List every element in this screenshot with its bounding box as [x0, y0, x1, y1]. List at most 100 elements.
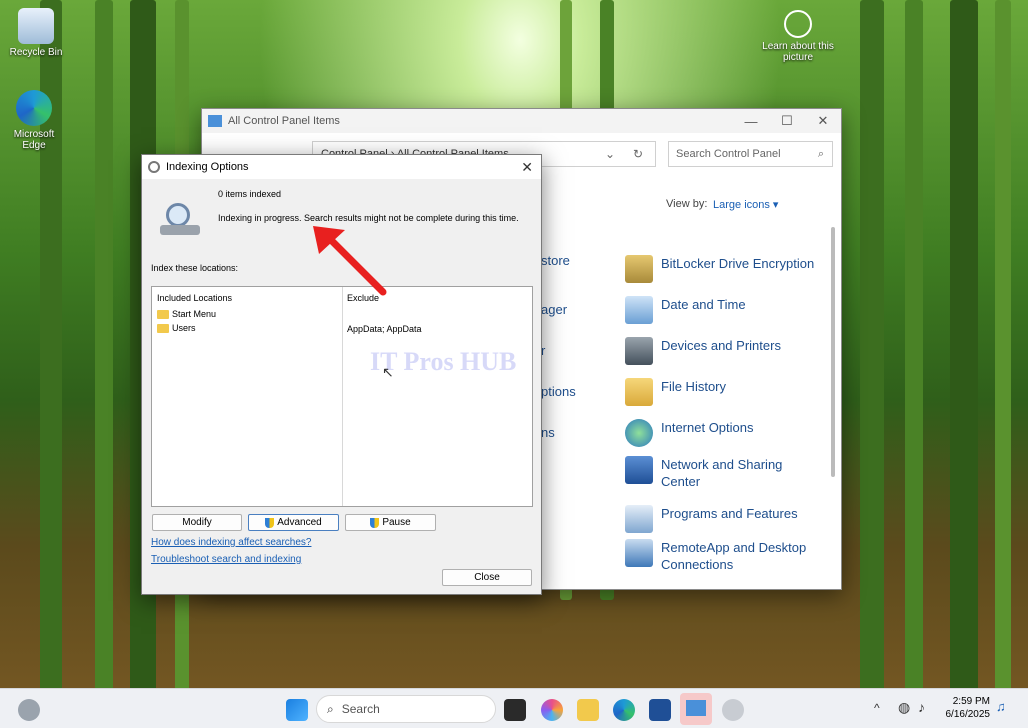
- location-name: Start Menu: [172, 309, 217, 319]
- shield-icon: [370, 517, 380, 528]
- recycle-bin-desktop-icon[interactable]: Recycle Bin: [0, 8, 72, 58]
- dialog-title: Indexing Options: [166, 161, 249, 173]
- widgets-icon[interactable]: [18, 699, 40, 721]
- maximize-button[interactable]: ☐: [768, 111, 806, 131]
- column-divider: [342, 287, 343, 506]
- cp-item-devices-printers[interactable]: Devices and Printers: [625, 337, 821, 365]
- cp-item-label: Network and Sharing Center: [661, 457, 783, 489]
- indexing-options-dialog: Indexing Options ✕ 0 items indexed Index…: [141, 154, 542, 595]
- clock[interactable]: 2:59 PM 6/16/2025: [940, 695, 991, 721]
- cp-partial-item[interactable]: ager: [541, 302, 567, 317]
- indexing-icon: [148, 161, 160, 173]
- taskbar-search-input[interactable]: ⌕ Search: [316, 695, 496, 723]
- advanced-button[interactable]: Advanced: [248, 514, 339, 531]
- index-locations-label: Index these locations:: [151, 263, 239, 273]
- cp-item-label: Internet Options: [661, 420, 754, 435]
- modify-label: Modify: [182, 517, 212, 528]
- recycle-bin-icon: [18, 8, 54, 44]
- close-label: Close: [474, 572, 500, 583]
- recycle-bin-label: Recycle Bin: [9, 47, 63, 58]
- chevron-up-icon[interactable]: ^: [874, 701, 880, 715]
- pause-button[interactable]: Pause: [345, 514, 436, 531]
- cp-partial-item[interactable]: ptions: [541, 384, 576, 399]
- locations-table[interactable]: Included Locations Exclude Start Menu Us…: [151, 286, 533, 507]
- location-name: Users: [172, 323, 196, 333]
- close-icon[interactable]: ✕: [521, 159, 533, 176]
- view-by-dropdown[interactable]: Large icons ▾: [713, 198, 778, 211]
- learn-icon: [784, 10, 812, 38]
- modify-button[interactable]: Modify: [152, 514, 242, 531]
- close-button[interactable]: Close: [442, 569, 532, 586]
- how-indexing-affects-link[interactable]: How does indexing affect searches?: [151, 537, 311, 548]
- taskbar: ⌕ Search ^ ◍ ♪ 2:59 PM 6/16/2025 ♫: [0, 688, 1028, 728]
- close-window-button[interactable]: ✕: [804, 111, 842, 131]
- cp-item-remoteapp[interactable]: RemoteApp and Desktop Connections: [625, 539, 821, 573]
- start-icon[interactable]: [286, 699, 308, 721]
- column-header-included[interactable]: Included Locations: [157, 293, 232, 303]
- volume-icon[interactable]: ♪: [918, 699, 925, 715]
- task-view-icon[interactable]: [504, 699, 526, 721]
- folder-icon: [157, 323, 169, 333]
- magnifier-icon: [160, 203, 200, 239]
- edge-taskbar-icon[interactable]: [613, 699, 635, 721]
- cp-item-network-sharing[interactable]: Network and Sharing Center: [625, 456, 821, 490]
- remoteapp-icon: [625, 539, 653, 567]
- cp-item-programs-features[interactable]: Programs and Features: [625, 505, 821, 533]
- pause-label: Pause: [382, 517, 411, 528]
- location-exclude: AppData; AppData: [347, 324, 422, 334]
- cp-item-file-history[interactable]: File History: [625, 378, 821, 406]
- taskbar-search-placeholder: Search: [341, 702, 380, 716]
- control-panel-icon: [686, 700, 706, 716]
- control-panel-icon: [208, 115, 222, 127]
- folder-icon: [157, 309, 169, 319]
- control-panel-title: All Control Panel Items: [228, 115, 340, 127]
- cp-item-internet-options[interactable]: Internet Options: [625, 419, 821, 447]
- chevron-down-icon[interactable]: ⌄: [605, 147, 615, 161]
- search-icon: ⌕: [327, 701, 334, 716]
- file-history-icon: [625, 378, 653, 406]
- cp-item-date-time[interactable]: Date and Time: [625, 296, 821, 324]
- minimize-button[interactable]: —: [732, 111, 770, 131]
- clock-date: 6/16/2025: [945, 709, 991, 720]
- file-explorer-icon[interactable]: [577, 699, 599, 721]
- learn-label: Learn about this picture: [762, 41, 834, 63]
- indexing-taskbar-icon[interactable]: [722, 699, 744, 721]
- internet-options-icon: [625, 419, 653, 447]
- red-arrow-annotation: [313, 226, 387, 296]
- bitlocker-icon: [625, 255, 653, 283]
- indexing-titlebar: Indexing Options ✕: [142, 155, 541, 179]
- troubleshoot-link[interactable]: Troubleshoot search and indexing: [151, 554, 301, 565]
- control-panel-taskbar-button[interactable]: [680, 693, 712, 725]
- network-icon: [625, 456, 653, 484]
- network-tray-icon[interactable]: ◍: [898, 699, 910, 716]
- mouse-cursor-icon: ↖: [382, 364, 394, 380]
- table-row[interactable]: Users: [157, 323, 196, 333]
- store-icon[interactable]: [649, 699, 671, 721]
- edge-icon: [16, 90, 52, 126]
- copilot-icon[interactable]: [541, 699, 563, 721]
- printer-icon: [625, 337, 653, 365]
- cp-partial-item[interactable]: ns: [541, 425, 555, 440]
- clock-time: 2:59 PM: [952, 696, 990, 707]
- scrollbar[interactable]: [831, 227, 835, 477]
- search-icon: ⌕: [817, 147, 824, 160]
- cp-partial-item[interactable]: store: [541, 253, 570, 268]
- cp-item-label: Date and Time: [661, 297, 746, 312]
- edge-desktop-icon[interactable]: Microsoft Edge: [0, 90, 70, 151]
- cp-item-label: BitLocker Drive Encryption: [661, 256, 815, 271]
- search-control-panel-input[interactable]: Search Control Panel ⌕: [668, 141, 833, 167]
- items-indexed-count: 0 items indexed: [218, 189, 282, 199]
- learn-picture-icon-link[interactable]: Learn about this picture: [762, 10, 834, 63]
- cp-item-label: Devices and Printers: [661, 338, 781, 353]
- view-by-label: View by:: [666, 198, 708, 210]
- cp-item-label: File History: [661, 379, 727, 394]
- search-placeholder: Search Control Panel: [676, 148, 781, 160]
- shield-icon: [265, 517, 275, 528]
- advanced-label: Advanced: [277, 517, 322, 528]
- refresh-icon[interactable]: ↻: [633, 147, 643, 161]
- cp-item-bitlocker[interactable]: BitLocker Drive Encryption: [625, 255, 821, 283]
- notification-bell-icon[interactable]: ♫: [996, 699, 1006, 714]
- table-row[interactable]: Start Menu: [157, 309, 216, 319]
- cp-item-label: RemoteApp and Desktop Connections: [661, 540, 807, 572]
- cp-item-label: Programs and Features: [661, 506, 798, 521]
